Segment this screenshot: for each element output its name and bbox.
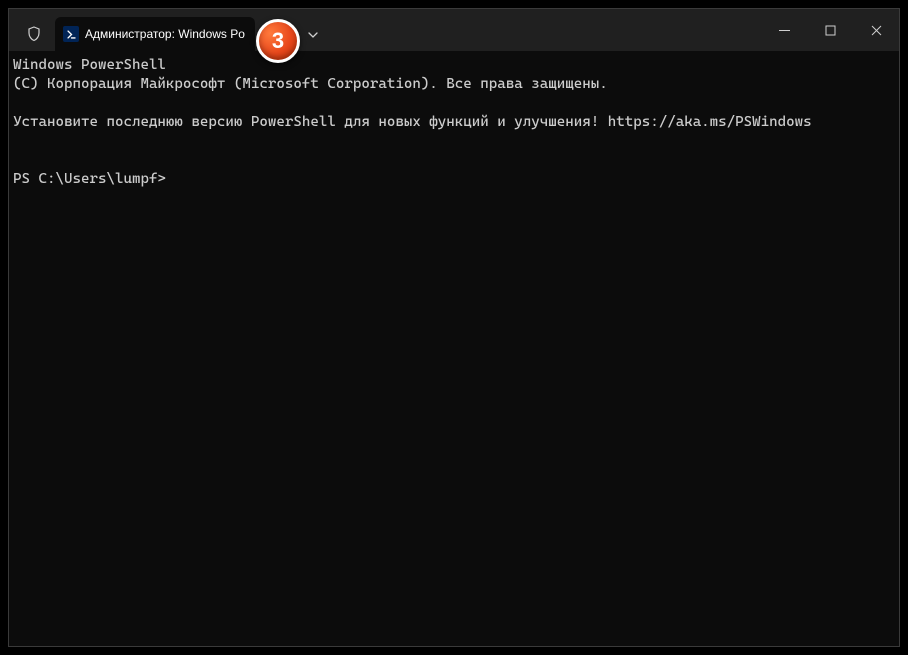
powershell-icon [63, 26, 79, 42]
terminal-line: Установите последнюю версию PowerShell д… [13, 113, 895, 132]
terminal-line [13, 94, 895, 113]
tab-title: Администратор: Windows Po [85, 27, 245, 41]
terminal-line [13, 151, 895, 170]
maximize-icon [825, 25, 836, 36]
terminal-output[interactable]: Windows PowerShell(C) Корпорация Майкрос… [9, 51, 899, 194]
terminal-line: PS C:\Users\lumpf> [13, 170, 895, 189]
step-annotation-badge: 3 [256, 19, 300, 63]
tab-dropdown-button[interactable] [297, 19, 329, 51]
terminal-line [13, 132, 895, 151]
shield-icon [26, 26, 42, 42]
maximize-button[interactable] [807, 9, 853, 51]
terminal-line: (C) Корпорация Майкрософт (Microsoft Cor… [13, 75, 895, 94]
titlebar: Администратор: Windows Po + [9, 9, 899, 51]
terminal-line: Windows PowerShell [13, 56, 895, 75]
close-icon [871, 25, 882, 36]
minimize-button[interactable] [761, 9, 807, 51]
annotation-number: 3 [272, 28, 284, 54]
minimize-icon [779, 25, 790, 36]
window-controls [761, 9, 899, 51]
inactive-tab-shield[interactable] [15, 17, 53, 51]
chevron-down-icon [307, 29, 319, 41]
close-button[interactable] [853, 9, 899, 51]
active-tab[interactable]: Администратор: Windows Po [55, 17, 255, 51]
window-frame: Администратор: Windows Po + Windows [8, 8, 900, 647]
